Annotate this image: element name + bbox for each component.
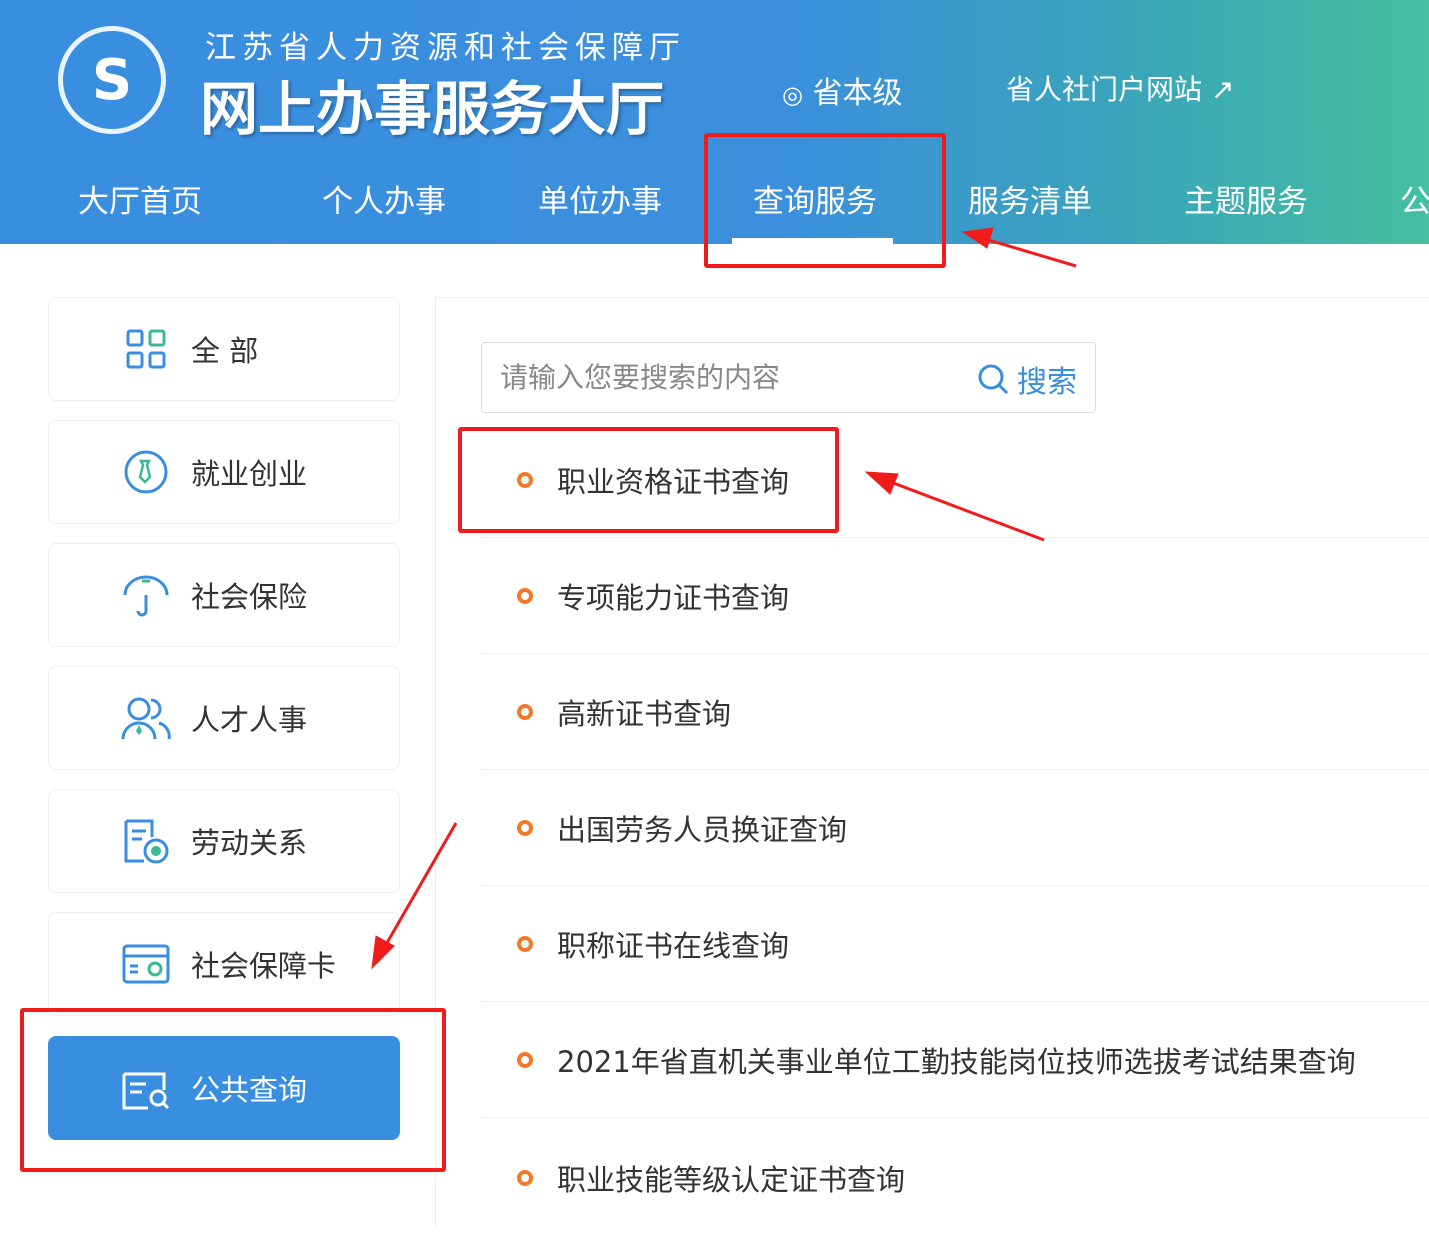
annotation-arrows: [371, 227, 1077, 970]
